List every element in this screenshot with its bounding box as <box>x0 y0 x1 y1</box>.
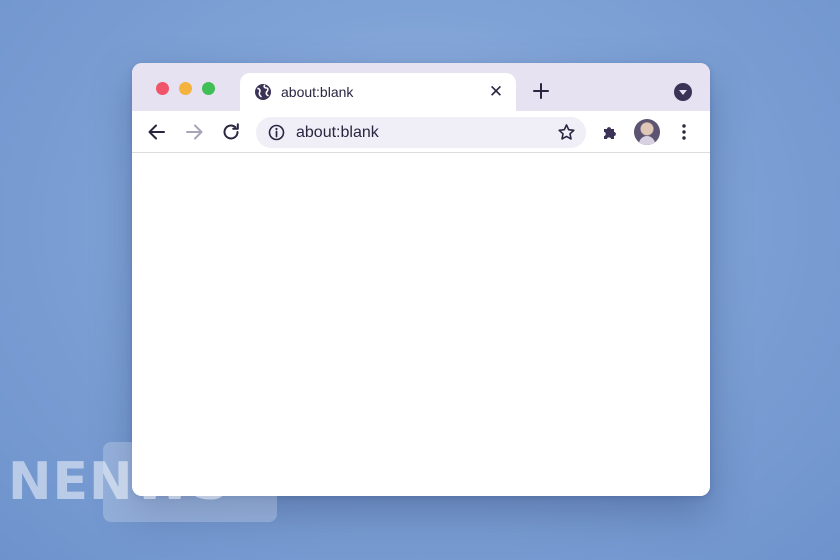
toolbar: about:blank <box>132 111 710 153</box>
globe-icon <box>254 83 272 101</box>
reload-icon[interactable] <box>220 121 242 143</box>
browser-window: about:blank ✕ about:blank <box>132 63 710 496</box>
minimize-window-button[interactable] <box>179 82 192 95</box>
tab-active[interactable]: about:blank ✕ <box>240 73 516 113</box>
back-arrow-icon[interactable] <box>146 121 168 143</box>
forward-arrow-icon[interactable] <box>183 121 205 143</box>
chevron-down-icon[interactable] <box>674 83 692 101</box>
puzzle-icon[interactable] <box>599 121 621 143</box>
close-window-button[interactable] <box>156 82 169 95</box>
address-bar[interactable]: about:blank <box>256 117 586 148</box>
star-icon[interactable] <box>557 123 576 142</box>
plus-icon[interactable] <box>529 79 553 103</box>
more-vert-icon[interactable] <box>673 121 695 143</box>
tab-title: about:blank <box>281 84 354 100</box>
watermark-logo: NENWS <box>8 452 231 512</box>
title-bar: about:blank ✕ <box>132 63 710 113</box>
info-icon[interactable] <box>268 124 285 141</box>
maximize-window-button[interactable] <box>202 82 215 95</box>
url-text: about:blank <box>296 124 379 141</box>
avatar[interactable] <box>634 119 660 145</box>
close-icon[interactable]: ✕ <box>486 82 506 102</box>
